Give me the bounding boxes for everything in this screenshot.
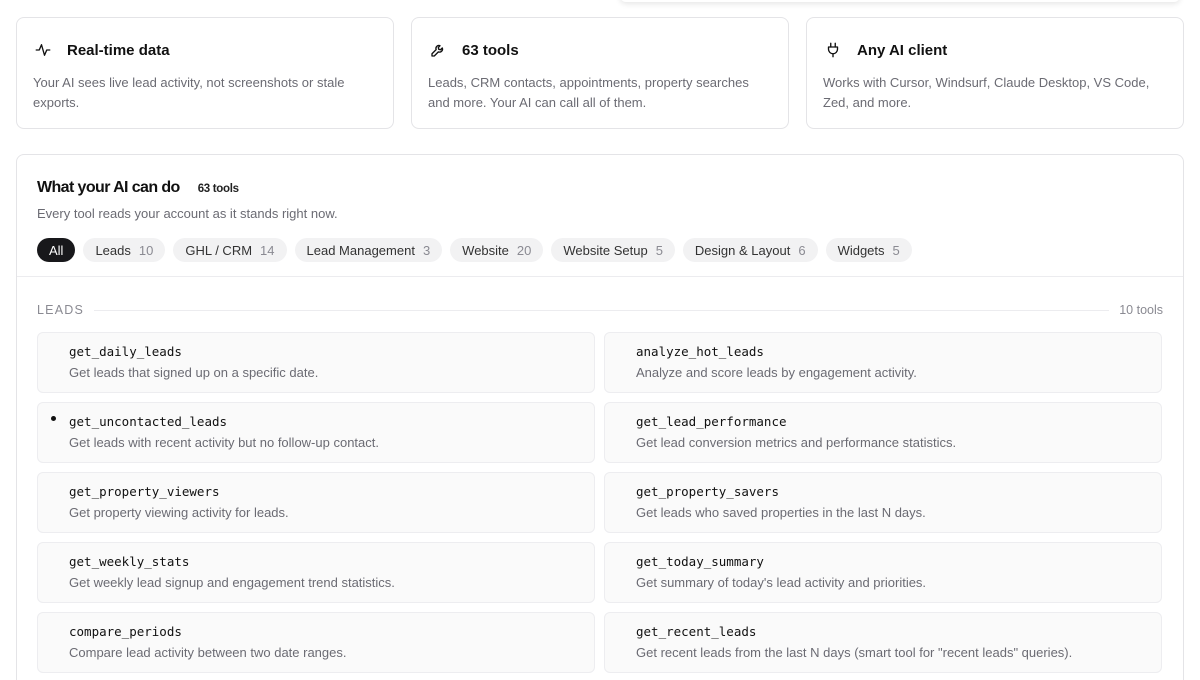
filter-ghl-crm[interactable]: GHL / CRM 14 (173, 238, 287, 262)
filter-chips: All Leads 10 GHL / CRM 14 Lead Management 3… (37, 238, 1163, 262)
tool-description: Get leads that signed up on a specific d… (69, 365, 319, 380)
tool-name: get_today_summary (636, 554, 764, 569)
activity-icon (33, 40, 53, 60)
section-count: 10 tools (1109, 303, 1163, 317)
feature-title: 63 tools (462, 41, 519, 59)
tool-card[interactable]: get_property_savers Get leads who saved … (604, 472, 1162, 533)
filter-lead-management[interactable]: Lead Management 3 (294, 238, 443, 262)
tool-description: Get leads who saved properties in the la… (636, 505, 926, 520)
feature-title: Real-time data (67, 41, 170, 59)
tool-description: Compare lead activity between two date r… (69, 645, 347, 660)
tool-card[interactable]: get_uncontacted_leads Get leads with rec… (37, 402, 595, 463)
tool-card[interactable]: analyze_hot_leads Analyze and score lead… (604, 332, 1162, 393)
feature-description: Your AI sees live lead activity, not scr… (33, 75, 345, 110)
feature-title: Any AI client (857, 41, 948, 59)
feature-card-tools: 63 tools Leads, CRM contacts, appointmen… (411, 17, 789, 129)
panel-subtitle: Every tool reads your account as it stan… (37, 206, 338, 221)
tool-name: get_weekly_stats (69, 554, 190, 569)
tool-name: get_property_savers (636, 484, 779, 499)
panel-title: What your AI can do (37, 179, 180, 196)
filter-all[interactable]: All (37, 238, 76, 262)
tools-grid: get_daily_leads Get leads that signed up… (37, 332, 1163, 673)
filter-design-layout[interactable]: Design & Layout 6 (682, 238, 818, 262)
section-label: LEADS (37, 303, 94, 317)
filter-website[interactable]: Website 20 (450, 238, 544, 262)
feature-description: Leads, CRM contacts, appointments, prope… (428, 75, 749, 110)
tool-name: get_property_viewers (69, 484, 220, 499)
floating-card-edge (620, 0, 1180, 2)
tool-description: Get lead conversion metrics and performa… (636, 435, 957, 450)
feature-description: Works with Cursor, Windsurf, Claude Desk… (823, 75, 1150, 110)
tool-card[interactable]: get_today_summary Get summary of today's… (604, 542, 1162, 603)
tools-count-badge: 63 tools (197, 183, 239, 195)
tool-description: Get weekly lead signup and engagement tr… (69, 575, 395, 590)
filter-widgets[interactable]: Widgets 5 (825, 238, 912, 262)
tool-description: Get property viewing activity for leads. (69, 505, 289, 520)
filter-count: 3 (422, 242, 431, 258)
filter-leads[interactable]: Leads 10 (83, 238, 166, 262)
filter-count: 5 (892, 242, 900, 258)
tool-name: get_lead_performance (636, 414, 787, 429)
filter-website-setup[interactable]: Website Setup 5 (551, 238, 675, 262)
section-header-leads: LEADS 10 tools (37, 296, 1163, 324)
feature-cards: Real-time data Your AI sees live lead ac… (16, 17, 1184, 129)
feature-card-clients: Any AI client Works with Cursor, Windsur… (806, 17, 1184, 129)
tool-card[interactable]: get_recent_leads Get recent leads from t… (604, 612, 1162, 673)
tool-description: Get summary of today's lead activity and… (636, 575, 927, 590)
tool-card[interactable]: get_daily_leads Get leads that signed up… (37, 332, 595, 393)
tool-name: get_uncontacted_leads (69, 414, 228, 429)
tool-name: get_daily_leads (69, 344, 182, 359)
tool-card[interactable]: get_lead_performance Get lead conversion… (604, 402, 1162, 463)
tool-card[interactable]: get_property_viewers Get property viewin… (37, 472, 595, 533)
tools-panel: What your AI can do 63 tools Every tool … (16, 154, 1184, 680)
feature-card-realtime: Real-time data Your AI sees live lead ac… (16, 17, 394, 129)
wrench-icon (428, 40, 448, 60)
filter-count: 6 (798, 242, 806, 258)
plug-icon (823, 40, 843, 60)
filter-count: 20 (516, 242, 532, 258)
tool-name: analyze_hot_leads (636, 344, 764, 359)
tool-description: Get recent leads from the last N days (s… (636, 645, 1073, 660)
bullet-dot-icon (51, 416, 56, 421)
filter-count: 14 (260, 242, 275, 258)
filter-count: 10 (138, 242, 154, 258)
tool-card[interactable]: get_weekly_stats Get weekly lead signup … (37, 542, 595, 603)
tool-description: Analyze and score leads by engagement ac… (636, 365, 917, 380)
tool-description: Get leads with recent activity but no fo… (69, 435, 379, 450)
tool-name: compare_periods (69, 624, 182, 639)
filter-count: 5 (655, 242, 663, 258)
tool-name: get_recent_leads (636, 624, 757, 639)
tool-card[interactable]: compare_periods Compare lead activity be… (37, 612, 595, 673)
divider (94, 309, 1110, 311)
